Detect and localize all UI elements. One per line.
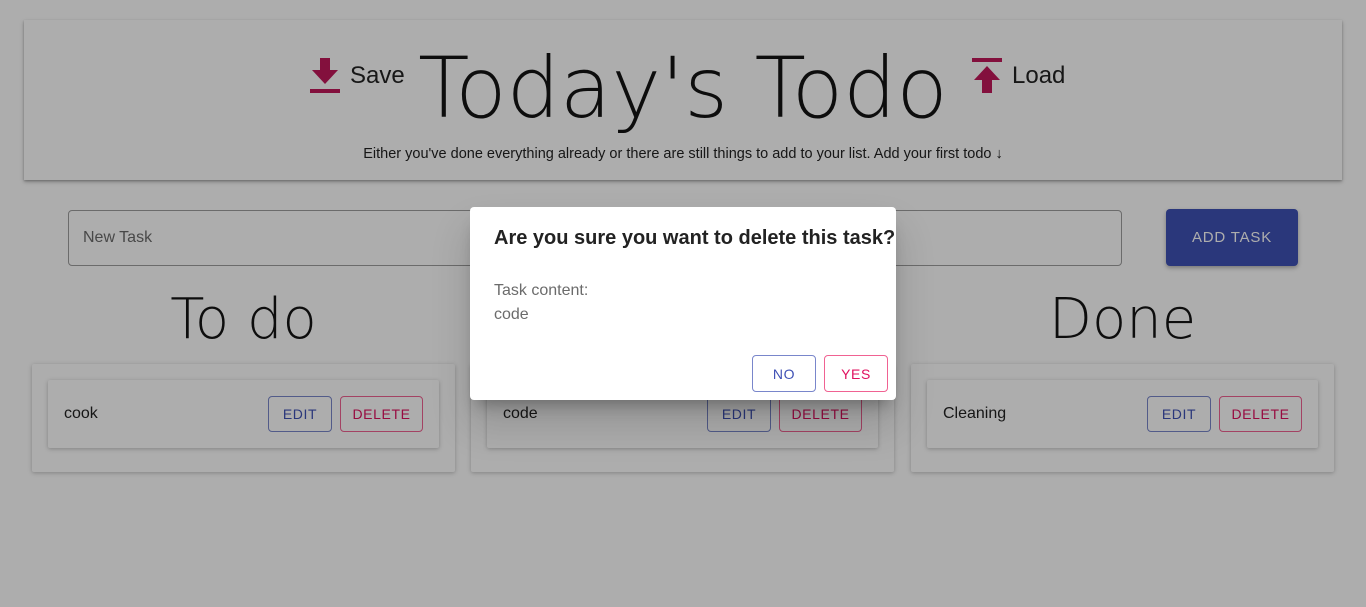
delete-confirm-dialog: Are you sure you want to delete this tas… xyxy=(470,207,896,400)
dialog-title: Are you sure you want to delete this tas… xyxy=(494,227,896,249)
dialog-content-value: code xyxy=(494,306,529,323)
no-button[interactable]: NO xyxy=(752,355,816,392)
yes-button[interactable]: YES xyxy=(824,355,888,392)
dialog-content-label: Task content: xyxy=(494,282,589,299)
